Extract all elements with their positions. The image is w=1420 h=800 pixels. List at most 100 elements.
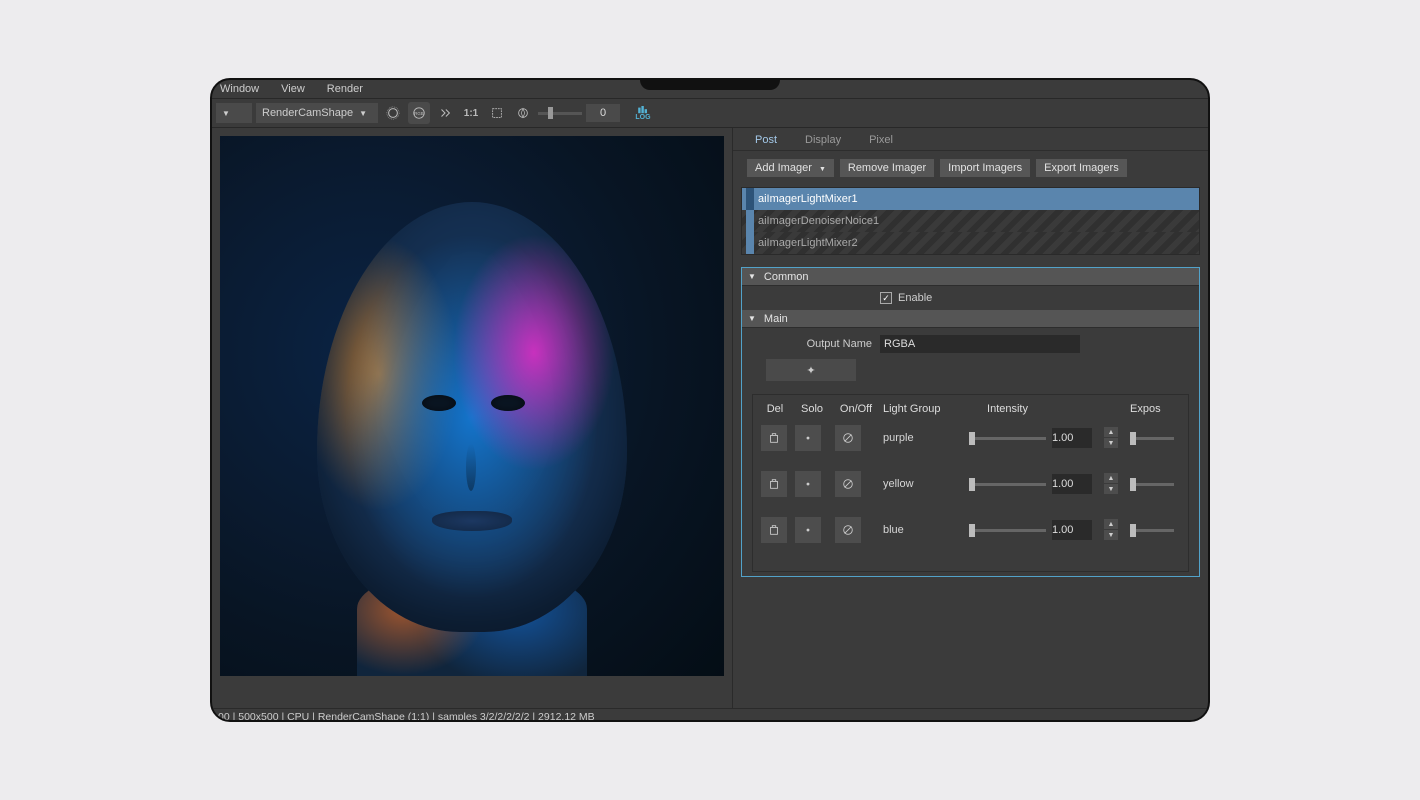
light-group-name: yellow: [883, 478, 963, 490]
status-text: 00 | 500x500 | CPU | RenderCamShape (1:1…: [218, 711, 595, 723]
section-common-header[interactable]: ▼ Common: [742, 268, 1199, 286]
col-del: Del: [761, 403, 789, 415]
aperture-icon[interactable]: [512, 102, 534, 124]
channel-rgb-icon[interactable]: RGB: [408, 102, 430, 124]
layer-label: aiImagerLightMixer2: [758, 237, 858, 249]
enable-checkbox[interactable]: ✓: [880, 292, 892, 304]
remove-imager-button[interactable]: Remove Imager: [840, 159, 934, 177]
app-window: Window View Render ▼ RenderCamShape ▼ RG…: [210, 78, 1210, 722]
layer-label: aiImagerLightMixer1: [758, 193, 858, 205]
menu-render[interactable]: Render: [327, 83, 363, 95]
intensity-slider[interactable]: [969, 437, 1046, 440]
output-name-field[interactable]: [880, 335, 1080, 353]
render-icon[interactable]: [382, 102, 404, 124]
light-row: blue ▲ ▼: [761, 517, 1180, 543]
section-common-body: ✓ Enable: [742, 286, 1199, 310]
workspace: Post Display Pixel Add Imager ▼ Remove I…: [212, 128, 1208, 708]
side-panel: Post Display Pixel Add Imager ▼ Remove I…: [732, 128, 1208, 708]
toggle-light-button[interactable]: [835, 471, 861, 497]
imager-layer[interactable]: aiImagerLightMixer1: [742, 188, 1199, 210]
solo-light-button[interactable]: [795, 425, 821, 451]
output-name-label: Output Name: [752, 338, 872, 350]
render-viewport[interactable]: [212, 128, 732, 708]
imager-layer[interactable]: aiImagerDenoiserNoice1: [742, 210, 1199, 232]
render-output: [220, 136, 724, 676]
picker-icon: ✦: [806, 364, 815, 377]
tab-post[interactable]: Post: [741, 130, 791, 150]
renderer-dropdown[interactable]: ▼: [216, 103, 252, 123]
svg-text:RGB: RGB: [414, 111, 424, 116]
section-main-body: Output Name ✦ Del Solo: [742, 328, 1199, 576]
imager-layer-list: aiImagerLightMixer1 aiImagerDenoiserNoic…: [741, 187, 1200, 255]
spinner-up-icon[interactable]: ▲: [1104, 473, 1118, 483]
triangle-down-icon: ▼: [748, 272, 756, 281]
device-notch: [640, 78, 780, 90]
light-row: purple ▲ ▼: [761, 425, 1180, 451]
section-main-header[interactable]: ▼ Main: [742, 310, 1199, 328]
enable-label: Enable: [898, 292, 932, 304]
layer-handle[interactable]: [746, 210, 754, 232]
spinner-down-icon[interactable]: ▼: [1104, 484, 1118, 494]
section-main-title: Main: [764, 313, 788, 325]
intensity-slider[interactable]: [969, 529, 1046, 532]
chevron-down-icon: ▼: [819, 166, 826, 173]
imager-layer[interactable]: aiImagerLightMixer2: [742, 232, 1199, 254]
pick-light-button[interactable]: ✦: [766, 359, 856, 381]
light-row: yellow ▲ ▼: [761, 471, 1180, 497]
menu-view[interactable]: View: [281, 83, 305, 95]
camera-dropdown[interactable]: RenderCamShape ▼: [256, 103, 378, 123]
tab-pixel[interactable]: Pixel: [855, 130, 907, 150]
light-table-header: Del Solo On/Off Light Group Intensity Ex…: [761, 403, 1180, 415]
exposure-slider[interactable]: [1130, 529, 1174, 532]
intensity-slider[interactable]: [969, 483, 1046, 486]
layer-handle[interactable]: [746, 232, 754, 254]
panel-body: Add Imager ▼ Remove Imager Import Imager…: [733, 150, 1208, 708]
main-toolbar: ▼ RenderCamShape ▼ RGB 1:1 0 LOG: [212, 98, 1208, 128]
spinner-up-icon[interactable]: ▲: [1104, 427, 1118, 437]
solo-light-button[interactable]: [795, 517, 821, 543]
spinner-up-icon[interactable]: ▲: [1104, 519, 1118, 529]
delete-light-button[interactable]: [761, 471, 787, 497]
exposure-value[interactable]: 0: [586, 104, 620, 122]
log-display-icon[interactable]: LOG: [632, 102, 654, 124]
col-intensity: Intensity: [969, 403, 1046, 415]
layer-handle[interactable]: [746, 188, 754, 210]
col-group: Light Group: [883, 403, 963, 415]
isolate-icon[interactable]: [434, 102, 456, 124]
toggle-light-button[interactable]: [835, 517, 861, 543]
intensity-spinner[interactable]: ▲ ▼: [1104, 427, 1118, 449]
exposure-slider[interactable]: [1130, 483, 1174, 486]
triangle-down-icon: ▼: [748, 314, 756, 323]
ratio-label[interactable]: 1:1: [460, 102, 482, 124]
delete-light-button[interactable]: [761, 425, 787, 451]
import-imagers-button[interactable]: Import Imagers: [940, 159, 1030, 177]
intensity-value[interactable]: [1052, 428, 1092, 448]
exposure-slider[interactable]: [538, 112, 582, 115]
col-solo: Solo: [795, 403, 829, 415]
delete-light-button[interactable]: [761, 517, 787, 543]
light-group-name: purple: [883, 432, 963, 444]
intensity-spinner[interactable]: ▲ ▼: [1104, 473, 1118, 495]
chevron-down-icon: ▼: [359, 109, 367, 118]
menu-window[interactable]: Window: [220, 83, 259, 95]
intensity-value[interactable]: [1052, 474, 1092, 494]
crop-region-icon[interactable]: [486, 102, 508, 124]
imager-properties: ▼ Common ✓ Enable ▼ Main: [741, 267, 1200, 577]
section-common-title: Common: [764, 271, 809, 283]
tab-display[interactable]: Display: [791, 130, 855, 150]
intensity-value[interactable]: [1052, 520, 1092, 540]
imager-button-row: Add Imager ▼ Remove Imager Import Imager…: [747, 159, 1200, 177]
toggle-light-button[interactable]: [835, 425, 861, 451]
col-onoff: On/Off: [835, 403, 877, 415]
camera-dropdown-label: RenderCamShape: [262, 107, 353, 119]
panel-tabs: Post Display Pixel: [733, 128, 1208, 150]
spinner-down-icon[interactable]: ▼: [1104, 438, 1118, 448]
exposure-slider[interactable]: [1130, 437, 1174, 440]
light-group-name: blue: [883, 524, 963, 536]
intensity-spinner[interactable]: ▲ ▼: [1104, 519, 1118, 541]
add-imager-button[interactable]: Add Imager ▼: [747, 159, 834, 177]
solo-light-button[interactable]: [795, 471, 821, 497]
export-imagers-button[interactable]: Export Imagers: [1036, 159, 1127, 177]
chevron-down-icon: ▼: [222, 109, 230, 118]
spinner-down-icon[interactable]: ▼: [1104, 530, 1118, 540]
